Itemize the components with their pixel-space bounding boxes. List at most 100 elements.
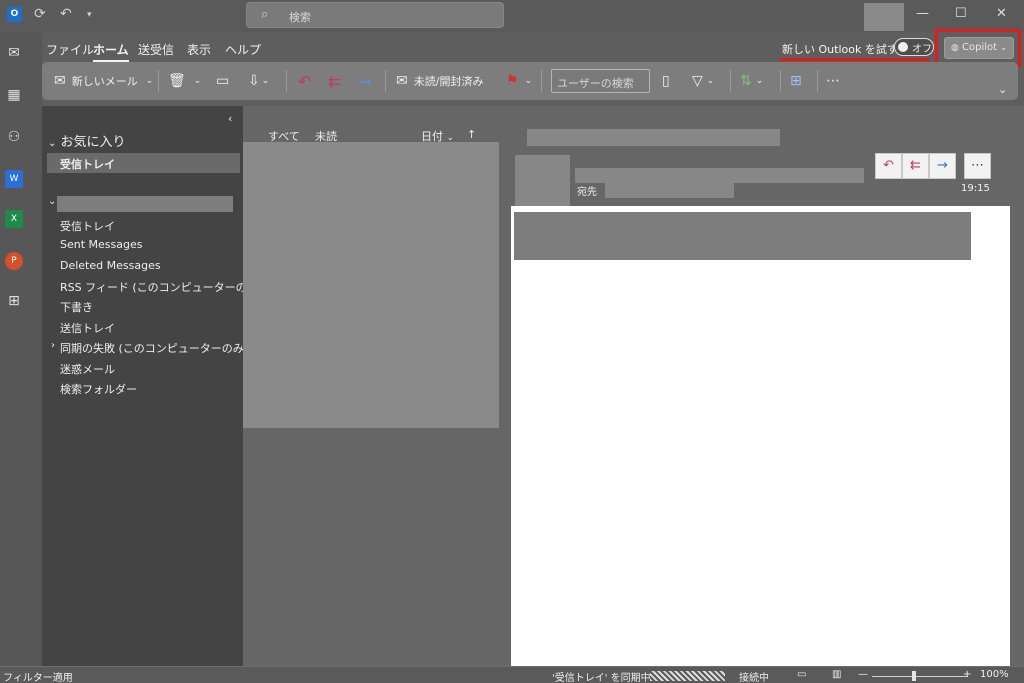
chevron-down-icon: ⌄: [193, 76, 202, 86]
move-button[interactable]: ⇩ ⌄: [248, 62, 269, 100]
sort-direction-icon[interactable]: ↑: [467, 128, 476, 141]
new-outlook-label: 新しい Outlook を試す: [782, 43, 898, 56]
normal-view-icon[interactable]: ▭: [797, 669, 806, 680]
ribbon-separator: [286, 70, 287, 92]
close-button[interactable]: ✕: [996, 6, 1007, 21]
reply-all-button[interactable]: ⇇: [902, 153, 929, 179]
new-mail-button[interactable]: ✉ 新しいメール ⌄: [54, 62, 153, 100]
reading-view-icon[interactable]: ▥: [832, 669, 841, 680]
reading-pane: 宛先 ↶ ⇇ → ⋯ 19:15: [509, 106, 1024, 666]
status-bar: フィルター適用 '受信トレイ' を同期中 接続中 ▭ ▥ — + 100%: [0, 666, 1024, 683]
folder-junk[interactable]: 迷惑メール: [60, 361, 115, 377]
app-rail: ✉ ▦ ⚇ W X P ⊞: [0, 32, 42, 666]
sync-progress-bar: [650, 671, 725, 681]
read-unread-button[interactable]: ✉ 未読/開封済み: [396, 62, 483, 100]
archive-button[interactable]: ▭: [216, 62, 229, 100]
calendar-icon[interactable]: ▦: [5, 86, 23, 104]
folder-sent[interactable]: Sent Messages: [60, 238, 142, 251]
chevron-down-icon: ⌄: [524, 76, 533, 86]
collapse-pane-icon[interactable]: ‹: [228, 112, 232, 125]
folder-inbox[interactable]: 受信トレイ: [60, 218, 115, 234]
address-book-icon[interactable]: ▯: [662, 62, 670, 100]
more-options-icon[interactable]: ⋯: [826, 62, 840, 100]
message-body[interactable]: [511, 206, 1010, 666]
search-icon: ⌕: [261, 7, 269, 22]
forward-button[interactable]: →: [358, 62, 371, 100]
excel-icon[interactable]: X: [5, 210, 23, 228]
folder-drafts[interactable]: 下書き: [60, 299, 93, 315]
zoom-slider-thumb[interactable]: [912, 671, 916, 681]
delete-button[interactable]: 🗑 ⌄: [168, 62, 201, 100]
outlook-logo-icon: O: [7, 7, 22, 22]
message-time: 19:15: [961, 183, 990, 194]
maximize-button[interactable]: ☐: [955, 6, 967, 21]
sync-icon[interactable]: ⟳: [34, 6, 46, 22]
people-icon[interactable]: ⚇: [5, 128, 23, 146]
reply-button[interactable]: ↶: [875, 153, 902, 179]
minimize-button[interactable]: —: [916, 6, 929, 21]
ribbon-separator: [158, 70, 159, 92]
zoom-level: 100%: [980, 669, 1009, 680]
powerpoint-icon[interactable]: P: [5, 252, 23, 270]
quick-access-dropdown-icon[interactable]: ▾: [87, 10, 92, 20]
message-subject: [527, 129, 780, 146]
sender-name[interactable]: [575, 168, 864, 183]
flag-button[interactable]: ⚑ ⌄: [506, 62, 532, 100]
list-item[interactable]: [243, 142, 499, 428]
to-label: 宛先: [577, 187, 597, 198]
folder-search[interactable]: 検索フォルダー: [60, 381, 137, 397]
search-placeholder: 検索: [289, 11, 311, 24]
tab-help[interactable]: ヘルプ: [225, 41, 261, 58]
translate-icon[interactable]: ⇅ ⌄: [740, 62, 763, 100]
folder-rss[interactable]: RSS フィード (このコンピューターのみ): [60, 279, 262, 295]
favorite-inbox[interactable]: 受信トレイ: [60, 156, 115, 172]
zoom-slider[interactable]: [872, 676, 968, 677]
title-bar: O ⟳ ↶ ▾ ⌕ 検索 — ☐ ✕: [0, 0, 1024, 32]
new-outlook-toggle[interactable]: オフ: [894, 38, 934, 56]
connection-status: 接続中: [739, 673, 769, 683]
account-name[interactable]: [57, 196, 233, 212]
message-list: すべて 未読 日付 ⌄ ↑: [243, 106, 509, 666]
tab-file[interactable]: ファイル: [46, 41, 94, 58]
recipient-name[interactable]: [605, 182, 734, 198]
filter-icon[interactable]: ▽ ⌄: [692, 62, 714, 100]
folder-deleted[interactable]: Deleted Messages: [60, 259, 161, 272]
folder-sync-failures[interactable]: 同期の失敗 (このコンピューターのみ): [60, 340, 248, 356]
new-mail-icon: ✉: [54, 73, 66, 89]
forward-button[interactable]: →: [929, 153, 956, 179]
folder-outbox[interactable]: 送信トレイ: [60, 320, 115, 336]
tab-home[interactable]: ホーム: [93, 41, 129, 62]
chevron-right-icon[interactable]: ›: [51, 340, 55, 351]
zoom-in-button[interactable]: +: [963, 669, 971, 680]
favorites-title: お気に入り: [60, 135, 126, 150]
more-actions-button[interactable]: ⋯: [964, 153, 991, 179]
undo-icon[interactable]: ↶: [60, 6, 72, 22]
word-icon[interactable]: W: [5, 170, 23, 188]
apps-icon[interactable]: ⊞: [5, 292, 23, 310]
chevron-down-icon: ⌄: [261, 76, 270, 86]
read-unread-label: 未読/開封済み: [413, 75, 484, 88]
avatar[interactable]: [864, 3, 904, 31]
apps-grid-icon[interactable]: ⊞: [790, 62, 802, 100]
favorites-header[interactable]: ⌄ お気に入り: [48, 131, 126, 150]
folder-pane: ‹ ⌄ お気に入り 受信トレイ ⌄ 受信トレイ Sent Messages De…: [42, 106, 262, 666]
tab-view[interactable]: 表示: [187, 41, 211, 58]
chevron-down-icon: ⌄: [145, 76, 154, 86]
message-banner: [514, 212, 971, 260]
sync-status: '受信トレイ' を同期中: [552, 673, 651, 683]
zoom-out-button[interactable]: —: [858, 669, 868, 680]
ribbon-expand-icon[interactable]: ⌄: [998, 70, 1007, 108]
reply-button[interactable]: ↶: [298, 62, 311, 100]
mail-icon[interactable]: ✉: [5, 44, 23, 62]
filter-status: フィルター適用: [3, 673, 73, 683]
envelope-open-icon: ✉: [396, 73, 408, 89]
search-input[interactable]: ⌕ 検索: [246, 2, 504, 28]
chevron-down-icon[interactable]: ⌄: [48, 196, 56, 207]
sender-avatar[interactable]: [515, 155, 570, 207]
reply-all-button[interactable]: ⇇: [328, 62, 341, 100]
ribbon-separator: [541, 70, 542, 92]
ribbon-separator: [385, 70, 386, 92]
user-search-input[interactable]: ユーザーの検索: [551, 69, 650, 93]
tab-send-receive[interactable]: 送受信: [138, 41, 174, 58]
toggle-state-label: オフ: [912, 44, 932, 55]
